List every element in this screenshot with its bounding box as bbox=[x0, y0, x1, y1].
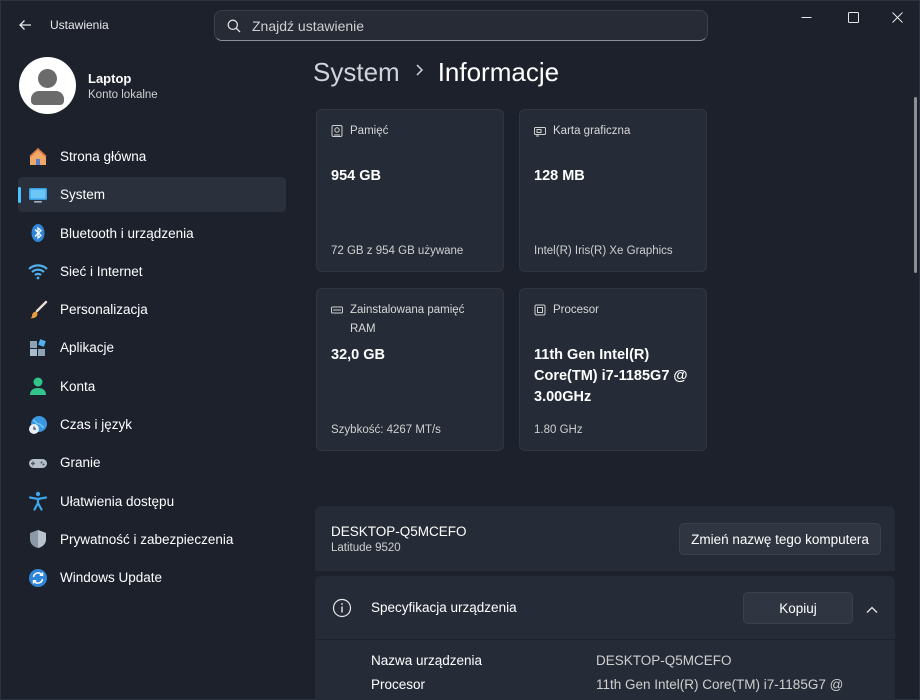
bluetooth-icon bbox=[28, 223, 48, 243]
back-arrow-icon bbox=[19, 20, 31, 30]
minimize-button[interactable] bbox=[783, 1, 829, 33]
back-button[interactable] bbox=[9, 9, 41, 41]
profile-account-type: Konto lokalne bbox=[88, 88, 158, 101]
brush-icon bbox=[28, 300, 48, 320]
avatar-body bbox=[31, 91, 64, 105]
sidebar-item-label: Bluetooth i urządzenia bbox=[60, 225, 194, 241]
sidebar-item-label: Konta bbox=[60, 378, 96, 394]
app-title: Ustawienia bbox=[50, 18, 109, 32]
device-specs-title: Specyfikacja urządzenia bbox=[371, 600, 517, 615]
wifi-icon bbox=[28, 261, 48, 281]
apps-icon bbox=[28, 338, 48, 358]
storage-card[interactable]: Pamięć 954 GB 72 GB z 954 GB używane bbox=[316, 109, 504, 272]
gamepad-icon bbox=[28, 453, 48, 473]
device-model: Latitude 9520 bbox=[331, 542, 401, 554]
cpu-icon bbox=[534, 304, 546, 316]
ram-icon bbox=[331, 306, 343, 314]
card-subtext: 72 GB z 954 GB używane bbox=[331, 245, 464, 257]
sidebar-item-windows-update[interactable]: Windows Update bbox=[18, 560, 286, 595]
card-title: Zainstalowana pamięć RAM bbox=[350, 304, 465, 335]
shield-icon bbox=[28, 529, 48, 549]
sidebar-item-apps[interactable]: Aplikacje bbox=[18, 330, 286, 365]
close-button[interactable] bbox=[874, 1, 920, 33]
card-value: 954 GB bbox=[331, 168, 381, 184]
cpu-card[interactable]: Procesor 11th Gen Intel(R) Core(TM) i7-1… bbox=[519, 288, 707, 451]
accessibility-icon bbox=[28, 491, 48, 511]
chevron-up-icon[interactable] bbox=[866, 602, 878, 620]
system-monitor-icon bbox=[28, 185, 48, 205]
card-title: Procesor bbox=[553, 304, 600, 316]
account-icon bbox=[28, 376, 48, 396]
spec-value-processor: 11th Gen Intel(R) Core(TM) i7-1185G7 @ bbox=[596, 677, 844, 692]
spec-value-device-name: DESKTOP-Q5MCEFO bbox=[596, 653, 732, 668]
sidebar-item-label: Prywatność i zabezpieczenia bbox=[60, 531, 234, 547]
card-value: 32,0 GB bbox=[331, 347, 385, 363]
sidebar-item-home[interactable]: Strona główna bbox=[18, 139, 286, 174]
sidebar-item-network[interactable]: Sieć i Internet bbox=[18, 254, 286, 289]
sidebar-item-gaming[interactable]: Granie bbox=[18, 445, 286, 480]
chevron-right-icon bbox=[414, 63, 424, 82]
home-icon bbox=[28, 147, 48, 167]
card-title: Pamięć bbox=[350, 125, 389, 137]
device-specs-header[interactable]: Specyfikacja urządzenia Kopiuj bbox=[315, 576, 895, 640]
close-icon bbox=[891, 11, 903, 23]
sidebar-item-label: Strona główna bbox=[60, 149, 147, 164]
avatar-head bbox=[38, 69, 57, 88]
maximize-button[interactable] bbox=[830, 1, 876, 33]
spec-label-device-name: Nazwa urządzenia bbox=[371, 653, 483, 668]
card-value: 128 MB bbox=[534, 168, 585, 184]
sidebar-item-time-language[interactable]: Czas i język bbox=[18, 407, 286, 442]
copy-button[interactable]: Kopiuj bbox=[743, 592, 853, 624]
sidebar-item-label: Windows Update bbox=[60, 570, 163, 586]
sidebar-item-personalization[interactable]: Personalizacja bbox=[18, 292, 286, 327]
sidebar-item-label: Ułatwienia dostępu bbox=[60, 493, 175, 509]
ram-card[interactable]: Zainstalowana pamięć RAM 32,0 GB Szybkoś… bbox=[316, 288, 504, 451]
avatar bbox=[19, 57, 76, 114]
maximize-icon bbox=[847, 11, 859, 23]
sidebar-item-system[interactable]: System bbox=[18, 177, 286, 213]
sidebar-item-accessibility[interactable]: Ułatwienia dostępu bbox=[18, 484, 286, 519]
search-input[interactable] bbox=[252, 17, 672, 34]
info-icon bbox=[332, 598, 352, 623]
settings-window: Ustawienia Laptop Konto lokalne bbox=[0, 0, 920, 700]
minimize-icon bbox=[801, 16, 811, 18]
sidebar-item-label: Personalizacja bbox=[60, 302, 148, 318]
device-specs-panel: Specyfikacja urządzenia Kopiuj Nazwa urz… bbox=[315, 576, 895, 700]
search-box[interactable] bbox=[214, 10, 708, 41]
sidebar-item-label: Granie bbox=[60, 455, 101, 471]
profile-name: Laptop bbox=[88, 70, 132, 86]
card-subtext: Intel(R) Iris(R) Xe Graphics bbox=[534, 245, 673, 257]
sidebar-item-label: Sieć i Internet bbox=[60, 263, 143, 279]
sidebar-item-label: System bbox=[60, 187, 106, 203]
sidebar-item-label: Czas i język bbox=[60, 417, 133, 433]
gpu-icon bbox=[534, 127, 546, 137]
gpu-card[interactable]: Karta graficzna 128 MB Intel(R) Iris(R) … bbox=[519, 109, 707, 272]
scrollbar-thumb[interactable] bbox=[914, 97, 917, 273]
device-name-panel: DESKTOP-Q5MCEFO Latitude 9520 Zmień nazw… bbox=[315, 506, 895, 571]
sidebar-item-accounts[interactable]: Konta bbox=[18, 369, 286, 404]
update-icon bbox=[28, 568, 48, 588]
sidebar-item-bluetooth[interactable]: Bluetooth i urządzenia bbox=[18, 216, 286, 251]
card-title: Karta graficzna bbox=[553, 125, 631, 137]
device-name: DESKTOP-Q5MCEFO bbox=[331, 524, 467, 539]
breadcrumb-parent[interactable]: System bbox=[313, 57, 400, 88]
spec-label-processor: Procesor bbox=[371, 677, 426, 692]
globe-clock-icon bbox=[28, 415, 48, 435]
rename-pc-button[interactable]: Zmień nazwę tego komputera bbox=[679, 523, 881, 555]
user-profile[interactable]: Laptop Konto lokalne bbox=[19, 57, 158, 114]
card-value: 11th Gen Intel(R) Core(TM) i7-1185G7 @ 3… bbox=[534, 347, 688, 405]
page-title: Informacje bbox=[437, 57, 560, 87]
breadcrumb: System Informacje bbox=[313, 57, 559, 88]
card-subtext: Szybkość: 4267 MT/s bbox=[331, 424, 441, 436]
title-bar: Ustawienia bbox=[1, 1, 920, 49]
card-subtext: 1.80 GHz bbox=[534, 424, 583, 436]
storage-icon bbox=[331, 125, 343, 137]
sidebar-item-label: Aplikacje bbox=[60, 340, 115, 356]
search-icon bbox=[227, 19, 241, 32]
sidebar-item-privacy[interactable]: Prywatność i zabezpieczenia bbox=[18, 522, 286, 557]
sidebar-nav: Strona główna System Bluetooth i urządze… bbox=[18, 139, 286, 599]
